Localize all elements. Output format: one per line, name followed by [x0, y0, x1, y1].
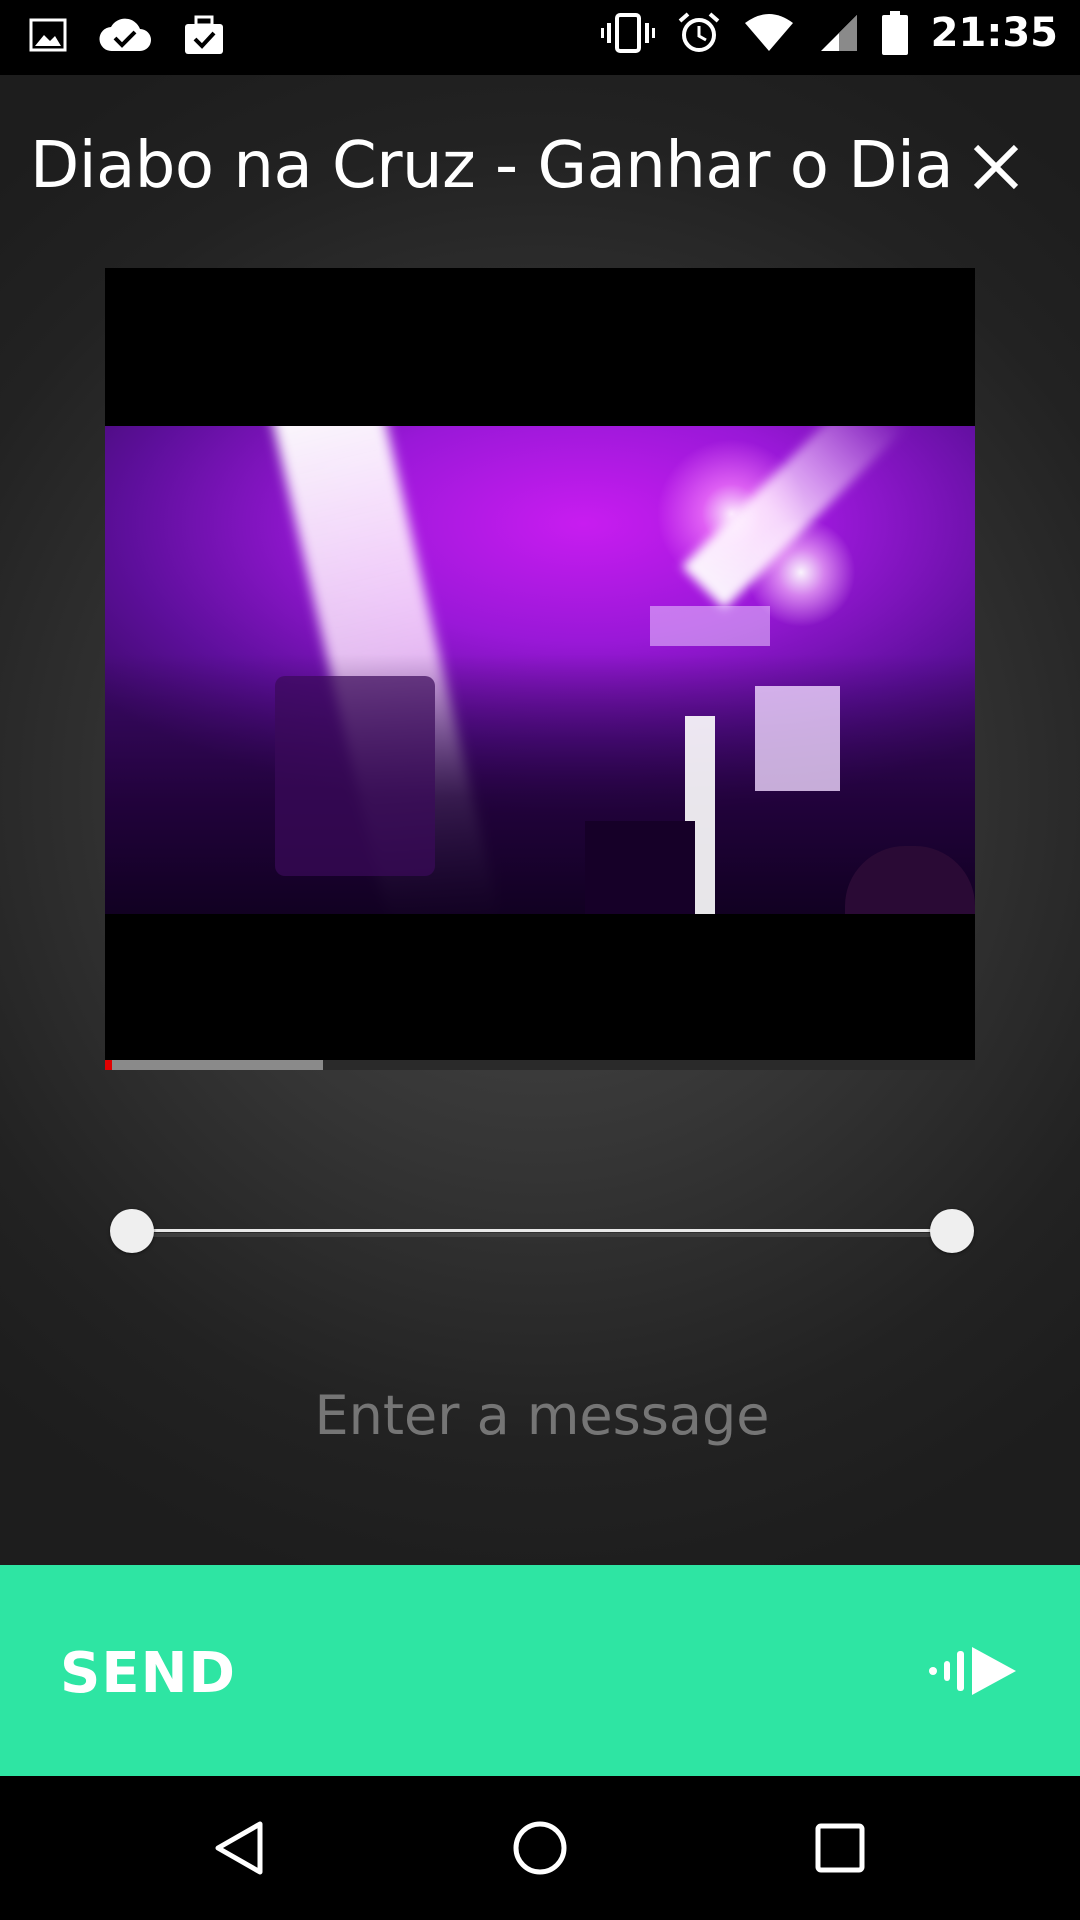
video-player[interactable]	[105, 268, 975, 1070]
home-button[interactable]	[504, 1812, 576, 1884]
signal-icon	[817, 13, 859, 53]
video-frame	[105, 426, 975, 914]
briefcase-check-icon	[182, 14, 226, 56]
alarm-icon	[677, 11, 721, 55]
status-time: 21:35	[930, 10, 1058, 56]
trim-start-handle[interactable]	[110, 1209, 154, 1253]
send-button[interactable]: SEND	[0, 1565, 1080, 1776]
status-bar: 21:35	[0, 0, 1080, 75]
video-played-fill	[105, 1060, 112, 1070]
trim-end-handle[interactable]	[930, 1209, 974, 1253]
vibrate-icon	[600, 11, 655, 55]
recents-icon	[804, 1823, 876, 1888]
send-label: SEND	[60, 1641, 236, 1706]
cloud-done-icon	[98, 15, 152, 55]
trim-range-track	[130, 1229, 960, 1232]
video-buffer-fill	[105, 1060, 323, 1070]
page-title: Diabo na Cruz - Ganhar o Dia	[30, 129, 954, 203]
close-button[interactable]	[958, 129, 1034, 205]
message-input[interactable]	[0, 1383, 1080, 1448]
back-button[interactable]	[204, 1812, 276, 1884]
back-icon	[204, 1821, 276, 1888]
close-icon	[958, 144, 1034, 209]
battery-icon	[881, 10, 909, 56]
share-panel: Diabo na Cruz - Ganhar o Dia	[0, 75, 1080, 1565]
video-progress-bar[interactable]	[105, 1060, 975, 1070]
recents-button[interactable]	[804, 1812, 876, 1884]
send-audio-play-icon	[928, 1643, 1018, 1703]
trim-range-slider[interactable]	[110, 1205, 980, 1255]
image-icon	[28, 15, 68, 55]
home-icon	[504, 1821, 576, 1888]
wifi-icon	[743, 13, 795, 53]
navigation-bar	[0, 1776, 1080, 1920]
